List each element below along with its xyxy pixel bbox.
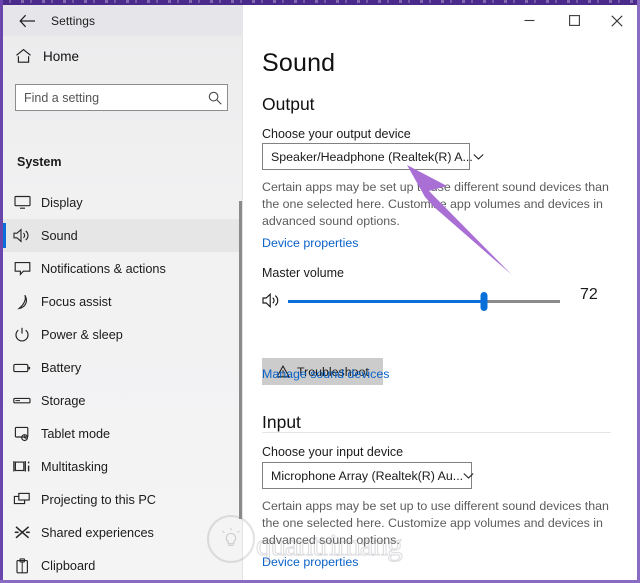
sidebar-item-shared-experiences[interactable]: Shared experiences xyxy=(3,516,243,549)
input-device-dropdown[interactable]: Microphone Array (Realtek(R) Au... xyxy=(262,462,474,489)
shared-experiences-icon xyxy=(3,525,41,540)
master-volume-value: 72 xyxy=(580,286,598,303)
search-box[interactable] xyxy=(15,84,228,111)
input-device-label: Choose your input device xyxy=(262,445,404,459)
sidebar-item-label: Storage xyxy=(41,393,86,408)
sidebar-item-home[interactable]: Home xyxy=(3,36,243,76)
sidebar-group-title: System xyxy=(17,155,62,169)
slider-thumb[interactable] xyxy=(480,292,488,311)
chevron-down-icon xyxy=(473,153,484,161)
minimize-icon xyxy=(524,15,535,26)
sidebar-item-label: Tablet mode xyxy=(41,426,111,441)
master-volume-label: Master volume xyxy=(262,266,344,280)
sidebar-item-label: Display xyxy=(41,195,83,210)
projecting-icon xyxy=(3,492,41,507)
window-titlebar: Settings xyxy=(3,5,637,36)
search-icon[interactable] xyxy=(203,91,227,105)
section-divider xyxy=(262,432,611,433)
maximize-icon xyxy=(569,15,580,26)
tablet-icon xyxy=(3,426,41,442)
output-device-dropdown[interactable]: Speaker/Headphone (Realtek(R) A... xyxy=(262,143,484,170)
back-button[interactable] xyxy=(7,7,47,34)
sidebar-item-sound[interactable]: Sound xyxy=(3,219,243,252)
sidebar-item-label: Projecting to this PC xyxy=(41,492,156,507)
sidebar-item-projecting[interactable]: Projecting to this PC xyxy=(3,483,243,516)
window-controls xyxy=(507,5,637,36)
sidebar-item-label: Shared experiences xyxy=(41,525,154,540)
minimize-button[interactable] xyxy=(507,5,552,36)
sidebar-item-multitasking[interactable]: Multitasking xyxy=(3,450,243,483)
main-content: Sound Output Choose your output device S… xyxy=(243,36,637,580)
master-volume-slider[interactable] xyxy=(288,292,560,311)
multitasking-icon xyxy=(3,459,41,474)
monitor-icon xyxy=(3,195,41,210)
screenshot-root: Settings Home Find a setting System Disp… xyxy=(0,0,640,583)
sidebar-item-label: Focus assist xyxy=(41,294,112,309)
input-note: Certain apps may be set up to use differ… xyxy=(262,499,609,547)
sidebar-item-tablet-mode[interactable]: Tablet mode xyxy=(3,417,243,450)
sidebar-item-label: Battery xyxy=(41,360,82,375)
input-device-value: Microphone Array (Realtek(R) Au... xyxy=(271,468,464,483)
master-volume-row: 72 xyxy=(262,286,612,316)
sidebar-item-clipboard[interactable]: Clipboard xyxy=(3,549,243,580)
sidebar-item-label: Multitasking xyxy=(41,459,108,474)
storage-icon xyxy=(3,395,41,406)
sidebar-item-notifications[interactable]: Notifications & actions xyxy=(3,252,243,285)
slider-fill xyxy=(288,300,484,303)
chevron-down-icon xyxy=(463,472,474,480)
selection-indicator xyxy=(3,223,6,248)
power-icon xyxy=(3,327,41,343)
moon-icon xyxy=(3,294,41,310)
battery-icon xyxy=(3,362,41,374)
window-title: Settings xyxy=(51,13,96,28)
settings-window: Settings Home Find a setting System Disp… xyxy=(3,5,637,580)
output-note: Certain apps may be set up to use differ… xyxy=(262,180,609,228)
close-icon xyxy=(611,14,623,27)
sidebar-item-battery[interactable]: Battery xyxy=(3,351,243,384)
input-section-heading: Input xyxy=(262,412,301,432)
sidebar-item-display[interactable]: Display xyxy=(3,186,243,219)
output-device-value: Speaker/Headphone (Realtek(R) A... xyxy=(271,149,473,164)
page-title: Sound xyxy=(262,49,336,77)
speaker-icon xyxy=(3,228,41,243)
search-input[interactable] xyxy=(16,90,203,105)
clipboard-icon xyxy=(3,557,41,574)
notification-icon xyxy=(3,261,41,276)
sidebar: Home System xyxy=(3,36,243,580)
input-device-properties-link[interactable]: Device properties xyxy=(262,555,358,569)
sidebar-item-label: Notifications & actions xyxy=(41,261,166,276)
sidebar-item-label: Sound xyxy=(41,228,78,243)
home-label: Home xyxy=(43,48,80,64)
output-section-heading: Output xyxy=(262,94,315,114)
output-device-properties-link[interactable]: Device properties xyxy=(262,236,358,250)
sidebar-item-power-sleep[interactable]: Power & sleep xyxy=(3,318,243,351)
maximize-button[interactable] xyxy=(552,5,597,36)
sidebar-item-label: Clipboard xyxy=(41,558,96,573)
sidebar-item-storage[interactable]: Storage xyxy=(3,384,243,417)
close-button[interactable] xyxy=(597,5,637,36)
output-device-label: Choose your output device xyxy=(262,127,411,141)
speaker-icon[interactable] xyxy=(262,292,282,310)
sidebar-item-focus-assist[interactable]: Focus assist xyxy=(3,285,243,318)
sidebar-item-label: Power & sleep xyxy=(41,327,123,342)
back-arrow-icon xyxy=(18,14,36,28)
home-icon xyxy=(3,48,43,64)
manage-sound-devices-link[interactable]: Manage sound devices xyxy=(262,367,389,381)
sidebar-nav-list: Display Sound Notifications & actions Fo… xyxy=(3,186,243,580)
